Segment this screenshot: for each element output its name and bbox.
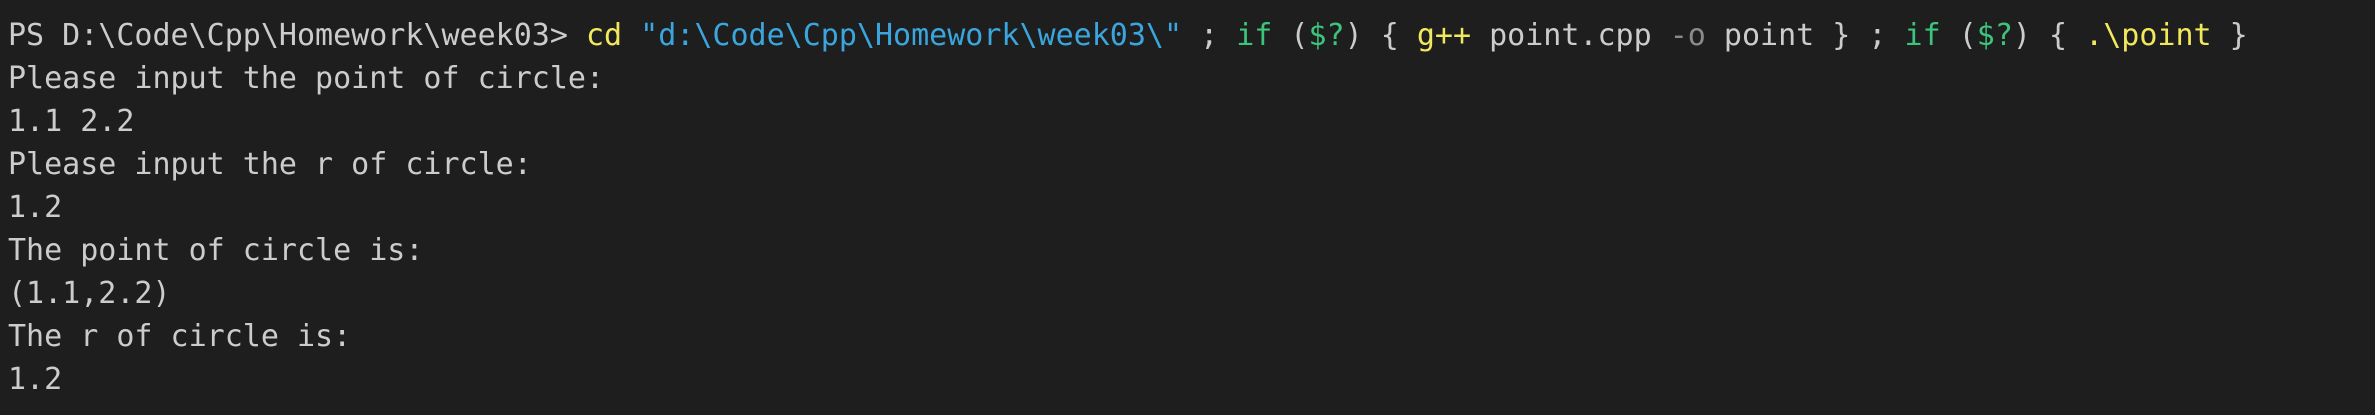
output-name: point } ;	[1705, 18, 1905, 53]
output-line: Please input the r of circle:	[8, 147, 532, 182]
output-line: The r of circle is:	[8, 319, 352, 354]
cd-command: cd	[585, 18, 623, 53]
status-variable: $?	[1308, 18, 1345, 53]
paren-close: ) {	[2012, 18, 2086, 53]
output-line: Please input the point of circle:	[8, 61, 605, 96]
output-line: (1.1,2.2)	[8, 276, 171, 311]
output-flag: -o	[1669, 18, 1706, 53]
output-line: The point of circle is:	[8, 233, 424, 268]
run-command: .\point	[2085, 18, 2212, 53]
command-line: PS D:\Code\Cpp\Homework\week03> cd "d:\C…	[8, 14, 2375, 57]
if-keyword: if	[1236, 18, 1273, 53]
paren-close: ) {	[1344, 18, 1417, 53]
shell-prompt: PS D:\Code\Cpp\Homework\week03>	[8, 18, 586, 53]
output-line: 1.2	[8, 190, 63, 225]
if-keyword: if	[1904, 18, 1941, 53]
output-line: 1.2	[8, 362, 63, 397]
gpp-command: g++	[1416, 18, 1472, 53]
output-line: 1.1 2.2	[8, 104, 135, 139]
paren-open: (	[1940, 18, 1977, 53]
status-variable: $?	[1976, 18, 2013, 53]
command-close: }	[2211, 18, 2248, 53]
compile-args: point.cpp	[1471, 18, 1670, 53]
terminal-panel[interactable]: PS D:\Code\Cpp\Homework\week03> cd "d:\C…	[0, 14, 2375, 415]
path-string: "d:\Code\Cpp\Homework\week03\"	[640, 18, 1183, 53]
command-space	[622, 18, 640, 53]
command-separator: ;	[1182, 18, 1237, 53]
paren-open: (	[1272, 18, 1309, 53]
